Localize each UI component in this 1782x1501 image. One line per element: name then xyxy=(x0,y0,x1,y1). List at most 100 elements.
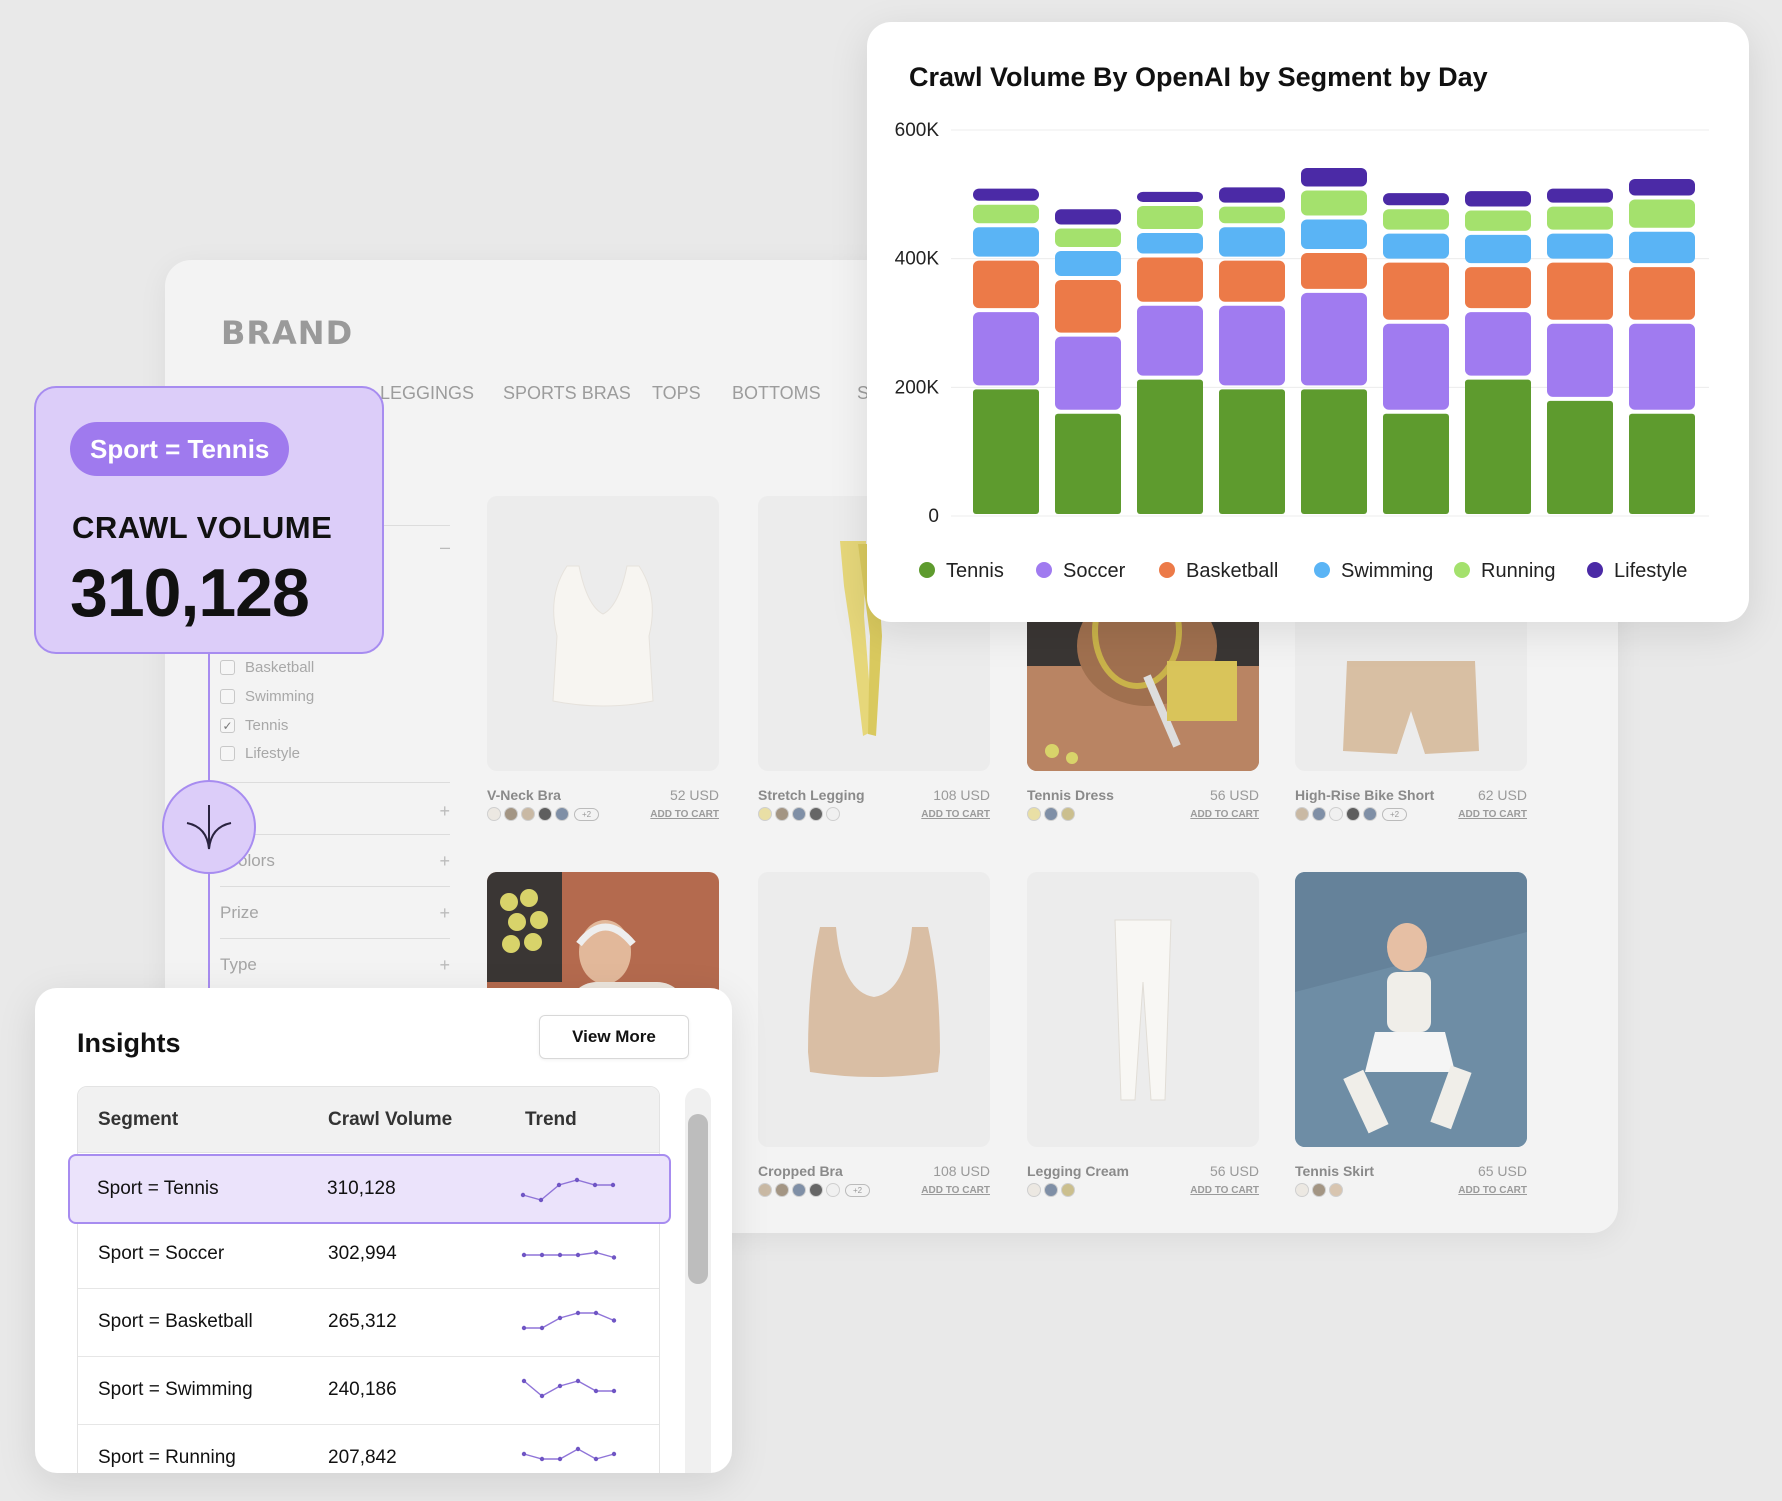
view-more-button[interactable]: View More xyxy=(539,1015,689,1059)
bar-segment-basketball xyxy=(973,260,1039,309)
bar-segment-tennis xyxy=(1055,413,1121,514)
arrow-down-icon xyxy=(186,805,232,850)
bar-segment-tennis xyxy=(973,389,1039,514)
bar-segment-running xyxy=(973,204,1039,224)
bar-segment-basketball xyxy=(1055,279,1121,333)
bar-segment-lifestyle xyxy=(1137,191,1203,202)
sparkline-point xyxy=(521,1378,527,1384)
bar-segment-running xyxy=(1137,205,1203,230)
bar-segment-lifestyle xyxy=(1547,188,1613,203)
table-row[interactable]: Sport = Soccer 302,994 xyxy=(78,1221,659,1289)
table-row[interactable]: Sport = Running 207,842 xyxy=(78,1425,659,1473)
bar-segment-soccer xyxy=(1301,292,1367,386)
sparkline-point xyxy=(575,1446,581,1452)
bar-segment-swimming xyxy=(1219,227,1285,257)
callout-value: 310,128 xyxy=(70,555,310,631)
bar-segment-swimming xyxy=(1301,219,1367,249)
bar-segment-swimming xyxy=(973,227,1039,257)
sparkline-point xyxy=(593,1250,599,1255)
bar-segment-running xyxy=(1465,210,1531,231)
bar-segment-tennis xyxy=(1301,389,1367,514)
sparkline-point xyxy=(521,1451,527,1457)
sparkline-point xyxy=(557,1315,563,1321)
bar-segment-basketball xyxy=(1629,267,1695,320)
bar-segment-running xyxy=(1219,206,1285,224)
sparkline-point xyxy=(610,1182,616,1188)
bar-segment-tennis xyxy=(1383,413,1449,514)
bar-segment-tennis xyxy=(1629,413,1695,514)
bar-segment-lifestyle xyxy=(973,188,1039,201)
legend-swatch xyxy=(1454,562,1470,578)
bar-segment-lifestyle xyxy=(1383,193,1449,206)
sparkline-point xyxy=(539,1456,545,1462)
trend-sparkline xyxy=(520,1177,616,1203)
sparkline-point xyxy=(575,1310,581,1316)
bar-segment-soccer xyxy=(1465,312,1531,376)
bar-segment-running xyxy=(1301,190,1367,216)
insights-panel: Insights View More Segment Crawl Volume … xyxy=(35,988,732,1473)
table-row-selected[interactable]: Sport = Tennis 310,128 xyxy=(68,1154,671,1224)
segment-cell: Sport = Swimming xyxy=(98,1379,253,1400)
y-tick-label: 400K xyxy=(895,249,940,270)
bar-segment-swimming xyxy=(1465,234,1531,264)
sparkline-point xyxy=(556,1182,562,1188)
chart-card: Crawl Volume By OpenAI by Segment by Day… xyxy=(867,22,1749,622)
sparkline-point xyxy=(539,1252,545,1258)
bar-segment-tennis xyxy=(1219,389,1285,514)
legend-label: Swimming xyxy=(1341,560,1433,582)
arrow-down-button[interactable] xyxy=(162,780,256,874)
bar-segment-tennis xyxy=(1547,400,1613,514)
volume-cell: 310,128 xyxy=(327,1178,396,1199)
bar-segment-basketball xyxy=(1219,260,1285,302)
table-row[interactable]: Sport = Swimming 240,186 xyxy=(78,1357,659,1425)
volume-cell: 240,186 xyxy=(328,1379,397,1400)
bar-segment-tennis xyxy=(1465,379,1531,514)
bar-segment-running xyxy=(1629,199,1695,228)
column-header-trend[interactable]: Trend xyxy=(525,1109,577,1131)
sparkline-point xyxy=(575,1378,581,1384)
bar-segment-soccer xyxy=(1629,323,1695,410)
insights-table: Segment Crawl Volume Trend Sport = Socce… xyxy=(77,1086,660,1473)
bar-segment-swimming xyxy=(1383,233,1449,259)
volume-cell: 207,842 xyxy=(328,1447,397,1468)
sparkline-point xyxy=(557,1456,563,1462)
bar-segment-swimming xyxy=(1137,233,1203,254)
sparkline-point xyxy=(521,1252,527,1258)
legend-label: Tennis xyxy=(946,560,1004,582)
bar-segment-soccer xyxy=(1055,336,1121,410)
column-header-segment[interactable]: Segment xyxy=(98,1109,178,1131)
legend-swatch xyxy=(1159,562,1175,578)
y-tick-label: 0 xyxy=(928,506,939,527)
bar-segment-basketball xyxy=(1465,267,1531,309)
sparkline-point xyxy=(611,1451,617,1457)
trend-sparkline xyxy=(521,1250,617,1260)
segment-pill[interactable]: Sport = Tennis xyxy=(70,422,290,476)
scrollbar-thumb[interactable] xyxy=(688,1114,708,1284)
bar-segment-soccer xyxy=(1547,323,1613,397)
sparkline-point xyxy=(520,1192,526,1198)
sparkline-point xyxy=(575,1252,581,1258)
trend-sparkline xyxy=(521,1310,617,1331)
sparkline-point xyxy=(593,1310,599,1316)
sparkline-point xyxy=(611,1388,617,1394)
table-row[interactable]: Sport = Basketball 265,312 xyxy=(78,1289,659,1357)
bar-segment-soccer xyxy=(973,312,1039,386)
legend-label: Soccer xyxy=(1063,560,1126,582)
bar-segment-swimming xyxy=(1629,231,1695,264)
legend-label: Basketball xyxy=(1186,560,1278,582)
bar-segment-basketball xyxy=(1137,257,1203,302)
segment-cell: Sport = Running xyxy=(98,1447,236,1468)
bar-segment-lifestyle xyxy=(1219,187,1285,203)
column-header-crawl-volume[interactable]: Crawl Volume xyxy=(328,1109,452,1131)
segment-cell: Sport = Basketball xyxy=(98,1311,253,1332)
sparkline-point xyxy=(611,1255,617,1260)
sparkline-point xyxy=(592,1182,598,1188)
sparkline-path xyxy=(523,1448,615,1460)
sparkline-point xyxy=(521,1325,527,1331)
sparkline-point xyxy=(557,1252,563,1258)
legend-swatch xyxy=(1314,562,1330,578)
trend-sparkline xyxy=(521,1378,617,1399)
table-header: Segment Crawl Volume Trend xyxy=(78,1087,659,1153)
legend-label: Running xyxy=(1481,560,1556,582)
bar-segment-running xyxy=(1547,206,1613,230)
